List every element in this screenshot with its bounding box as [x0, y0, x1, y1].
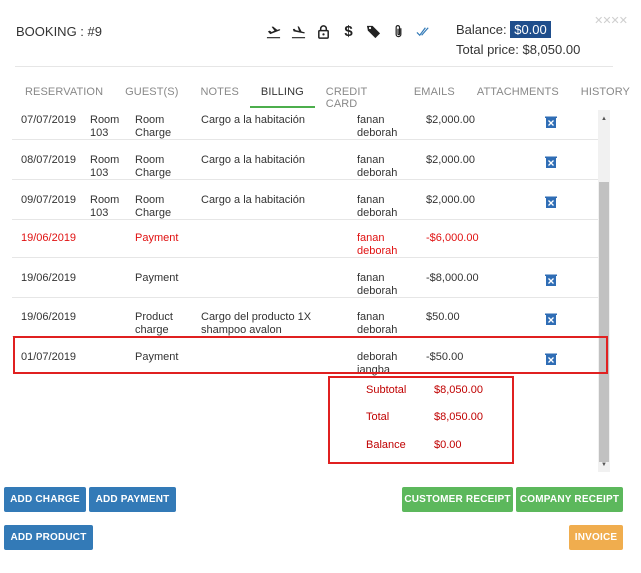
tag-icon[interactable] — [366, 22, 381, 40]
billing-table: 07/07/2019 Room 103 Room Charge Cargo a la … — [12, 108, 612, 470]
invoice-button[interactable]: INVOICE — [569, 525, 623, 550]
subtotal-label: Subtotal — [366, 384, 407, 396]
booking-modal: ✕✕✕✕ BOOKING : #9 $ Balance: $0.00 Total… — [0, 0, 641, 573]
total-price: Total price: $8,050.00 — [456, 42, 581, 57]
table-row: 19/06/2019 Payment fanan deborah -$8,000.00 — [12, 260, 600, 298]
lock-icon[interactable] — [316, 22, 331, 40]
cell-concept: Product charge — [135, 311, 173, 336]
cell-concept: Payment — [135, 232, 179, 244]
balance-summary: Balance: $0.00 Total price: $8,050.00 — [456, 20, 580, 60]
cell-date: 19/06/2019 — [21, 232, 77, 244]
dollar-icon[interactable]: $ — [341, 22, 356, 40]
highlight-box — [13, 336, 608, 374]
table-row: 07/07/2019 Room 103 Room Charge Cargo a la … — [12, 108, 600, 140]
cell-desc: Cargo a la habitación — [201, 154, 305, 166]
table-row: 08/07/2019 Room 103 Room Charge Cargo a la … — [12, 142, 600, 180]
tab-guests[interactable]: GUEST(S) — [114, 80, 189, 108]
total-value: $8,050.00 — [434, 411, 483, 423]
delete-icon[interactable] — [545, 116, 557, 129]
add-payment-button[interactable]: ADD PAYMENT — [89, 487, 176, 512]
cell-amount: $2,000.00 — [426, 114, 475, 126]
tab-reservation[interactable]: RESERVATION — [14, 80, 114, 108]
table-row: 19/06/2019 Product charge Cargo del produc… — [12, 299, 600, 337]
cell-concept: Room Charge — [135, 194, 172, 219]
cell-date: 09/07/2019 — [21, 194, 77, 206]
cell-user: fanan deborah — [357, 154, 398, 179]
cell-date: 19/06/2019 — [21, 311, 77, 323]
cell-date: 19/06/2019 — [21, 272, 77, 284]
close-icon[interactable]: ✕✕✕✕ — [594, 14, 628, 27]
cell-room: Room 103 — [90, 154, 120, 179]
total-label: Total — [366, 411, 390, 423]
cell-concept: Room Charge — [135, 154, 172, 179]
balance-label-total: Balance — [366, 439, 406, 451]
subtotal-value: $8,050.00 — [434, 384, 483, 396]
tab-attachments[interactable]: ATTACHMENTS — [466, 80, 570, 108]
delete-icon[interactable] — [545, 196, 557, 209]
scroll-thumb[interactable] — [599, 182, 609, 462]
customer-receipt-button[interactable]: CUSTOMER RECEIPT — [402, 487, 513, 512]
cell-date: 07/07/2019 — [21, 114, 77, 126]
header-divider — [15, 66, 613, 67]
tab-billing[interactable]: BILLING — [249, 80, 315, 108]
cell-amount: -$8,000.00 — [426, 272, 479, 284]
cell-user: fanan deborah — [357, 194, 398, 219]
cell-desc: Cargo a la habitación — [201, 194, 305, 206]
balance-label: Balance: — [456, 22, 507, 37]
table-row: 19/06/2019 Payment fanan deborah -$6,000.00 — [12, 220, 600, 258]
cell-date: 08/07/2019 — [21, 154, 77, 166]
tab-notes[interactable]: NOTES — [189, 80, 249, 108]
cell-user: fanan deborah — [357, 311, 398, 336]
cell-concept: Room Charge — [135, 114, 172, 139]
plane-arrival-icon[interactable] — [291, 22, 306, 40]
toolbar: $ — [266, 22, 431, 40]
balance-value-total: $0.00 — [434, 439, 462, 451]
cell-user: fanan deborah — [357, 232, 398, 257]
table-row: 09/07/2019 Room 103 Room Charge Cargo a la … — [12, 182, 600, 220]
delete-icon[interactable] — [545, 274, 557, 287]
tab-credit-card[interactable]: CREDIT CARD — [315, 80, 403, 110]
cell-desc: Cargo a la habitación — [201, 114, 305, 126]
booking-title: BOOKING : #9 — [16, 24, 102, 39]
add-product-button[interactable]: ADD PRODUCT — [4, 525, 93, 550]
delete-icon[interactable] — [545, 313, 557, 326]
cell-amount: $50.00 — [426, 311, 460, 323]
cell-user: fanan deborah — [357, 272, 398, 297]
scroll-up-arrow[interactable]: ▲ — [601, 116, 607, 122]
cell-amount: $2,000.00 — [426, 194, 475, 206]
totals-box: Subtotal $8,050.00 Total $8,050.00 Balan… — [328, 376, 514, 464]
cell-desc: Cargo del producto 1X shampoo avalon — [201, 311, 312, 336]
delete-icon[interactable] — [545, 156, 557, 169]
paperclip-icon[interactable] — [391, 22, 406, 40]
scroll-down-arrow[interactable]: ▼ — [601, 462, 607, 468]
plane-departure-icon[interactable] — [266, 22, 281, 40]
tab-bar: RESERVATION GUEST(S) NOTES BILLING CREDI… — [14, 80, 641, 110]
cell-user: fanan deborah — [357, 114, 398, 139]
balance-badge: $0.00 — [510, 21, 551, 38]
cell-amount: $2,000.00 — [426, 154, 475, 166]
company-receipt-button[interactable]: COMPANY RECEIPT — [516, 487, 623, 512]
cell-room: Room 103 — [90, 114, 120, 139]
cell-room: Room 103 — [90, 194, 120, 219]
tab-emails[interactable]: EMAILS — [403, 80, 466, 108]
add-charge-button[interactable]: ADD CHARGE — [4, 487, 86, 512]
dollar-glyph: $ — [344, 22, 353, 40]
cell-concept: Payment — [135, 272, 179, 284]
cell-amount: -$6,000.00 — [426, 232, 479, 244]
double-check-icon[interactable] — [416, 22, 431, 40]
scrollbar[interactable]: ▲ ▼ — [598, 110, 610, 472]
tab-history[interactable]: HISTORY — [570, 80, 641, 108]
